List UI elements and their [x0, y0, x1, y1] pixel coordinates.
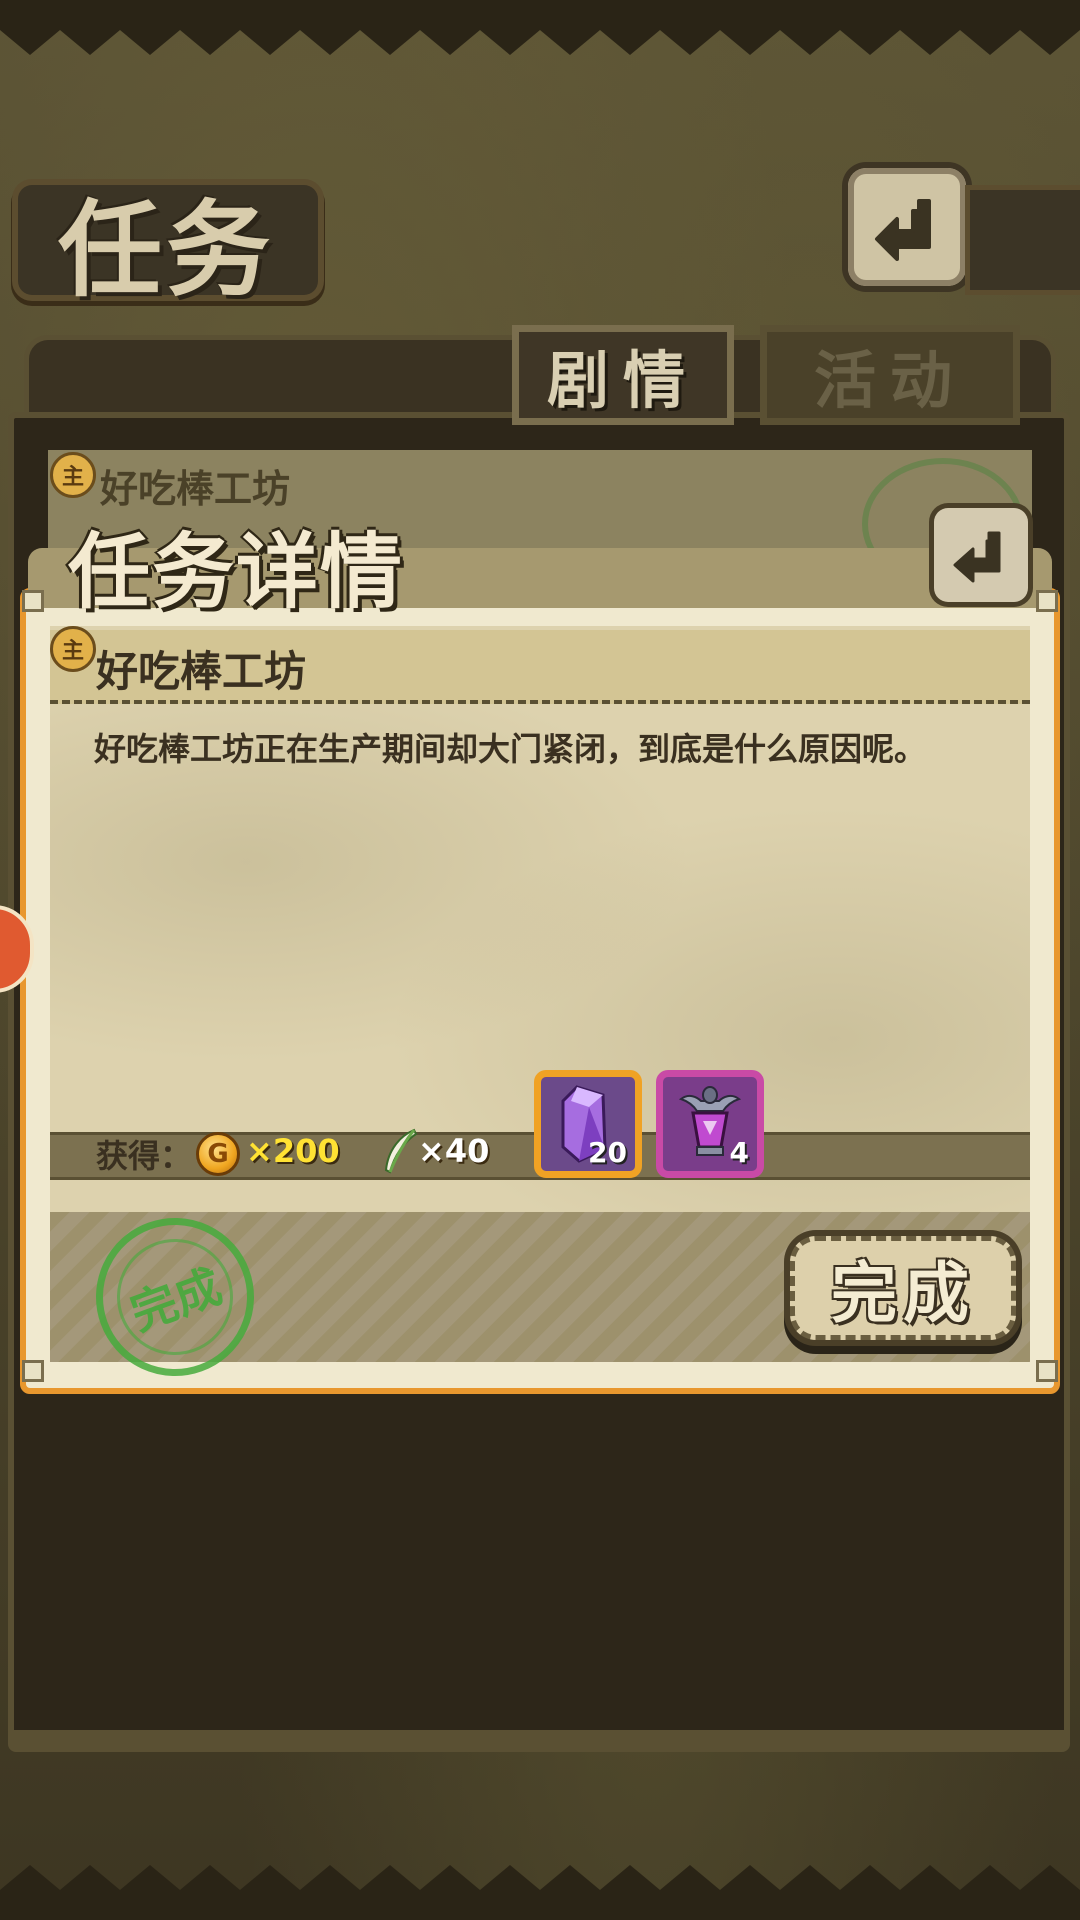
top-border	[0, 0, 1080, 55]
item-count: 20	[588, 1136, 627, 1169]
complete-button[interactable]: 完成	[790, 1236, 1016, 1340]
coin-reward-amount: ×200	[246, 1132, 340, 1170]
tab-event-label: 活动	[813, 344, 966, 417]
frame-corner	[1036, 1360, 1058, 1382]
reward-label: 获得：	[96, 1137, 193, 1175]
page-title: 任务	[18, 185, 318, 311]
main-quest-badge-icon: 主	[50, 626, 96, 672]
header-side-bar	[970, 190, 1080, 290]
main-quest-badge-icon: 主	[50, 452, 96, 498]
panel-bottom-rail	[14, 1730, 1064, 1750]
detail-quest-name: 好吃棒工坊	[96, 647, 307, 696]
tab-story-label: 剧情	[546, 344, 699, 417]
frame-corner	[22, 590, 44, 612]
complete-button-label: 完成	[831, 1255, 975, 1332]
item-count: 4	[729, 1136, 749, 1169]
back-arrow-icon	[875, 199, 931, 261]
feather-reward-amount: ×40	[418, 1132, 490, 1170]
detail-description: 好吃棒工坊正在生产期间却大门紧闭，到底是什么原因呢。	[94, 730, 927, 768]
tab-story[interactable]: 剧情	[512, 325, 734, 425]
detail-title: 任务详情	[68, 525, 405, 620]
reward-item-crystal[interactable]: 20	[534, 1070, 642, 1178]
page-title-text: 任务	[58, 189, 275, 311]
back-arrow-icon	[953, 531, 1001, 583]
tab-event[interactable]: 活动	[760, 325, 1020, 425]
gold-coin-icon: G	[196, 1132, 240, 1176]
detail-close-button[interactable]	[934, 508, 1028, 602]
frame-corner	[22, 1360, 44, 1382]
feather-icon	[384, 1128, 418, 1174]
bottom-border	[0, 1865, 1080, 1920]
reward-item-potion[interactable]: 4	[656, 1070, 764, 1178]
frame-corner	[1036, 590, 1058, 612]
back-button[interactable]	[848, 168, 966, 286]
